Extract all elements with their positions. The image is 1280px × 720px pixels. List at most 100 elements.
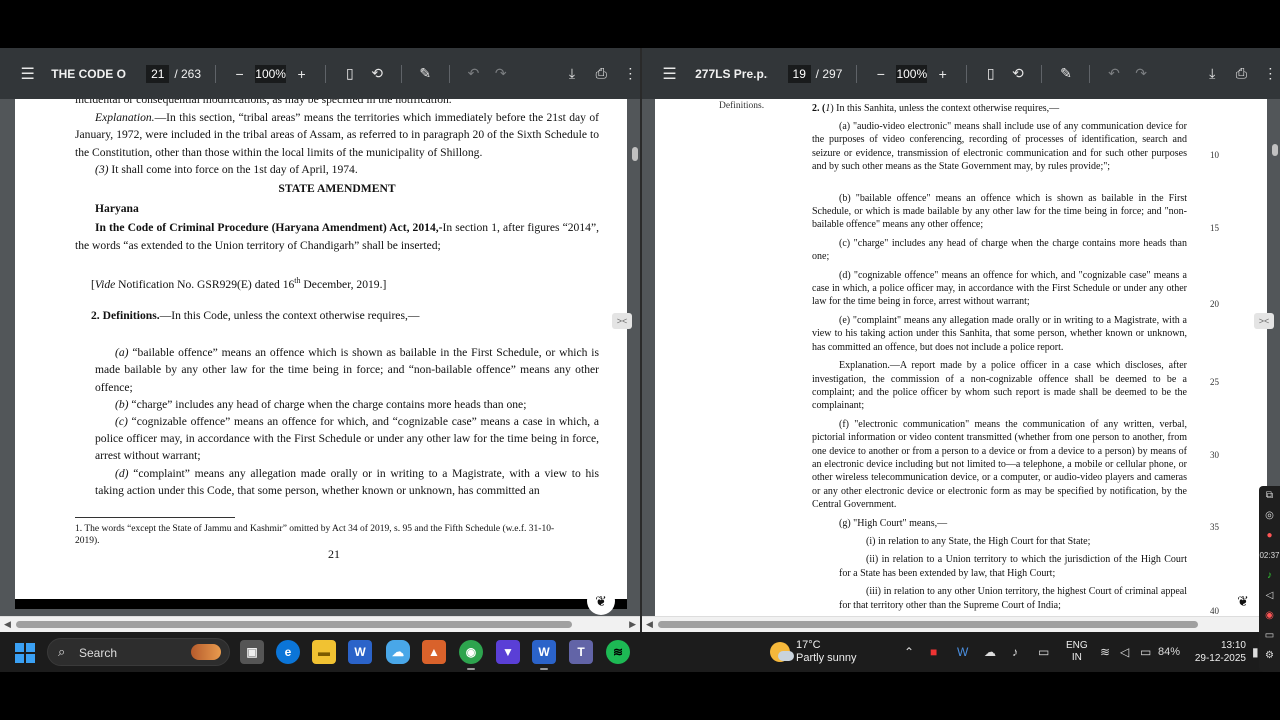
spotify-icon[interactable]: ≋ xyxy=(606,640,630,664)
page-total: / 263 xyxy=(174,66,202,81)
word-icon-2[interactable]: W xyxy=(532,640,556,664)
file-explorer-icon[interactable]: ▬ xyxy=(312,640,336,664)
download-icon[interactable]: ⤓ xyxy=(562,64,581,84)
right-toolbar: ☰ 277LS Pre.p... 19 / 297 − 100% + ▯ ⟲ ✎… xyxy=(642,48,1280,99)
tray-app-icon[interactable]: ■ xyxy=(930,632,937,672)
wifi-icon[interactable]: ≋ xyxy=(1100,632,1110,672)
scrollbar-thumb[interactable] xyxy=(16,621,572,628)
task-view-icon[interactable]: ▣ xyxy=(240,640,264,664)
explanation-paragraph: Explanation.—In this section, “tribal ar… xyxy=(75,109,599,161)
speaker-icon[interactable]: ◁ xyxy=(1259,586,1280,606)
camera-icon[interactable]: ◎ xyxy=(1259,506,1280,526)
definition-g: (g) "High Court" means,— xyxy=(839,517,948,529)
separator xyxy=(448,64,450,83)
edge-icon[interactable]: e xyxy=(276,640,300,664)
volume-icon[interactable]: ◁ xyxy=(1120,632,1129,672)
right-horizontal-scrollbar[interactable]: ◀ ▶ xyxy=(642,616,1280,632)
definitions-heading: 2. Definitions.—In this Code, unless the… xyxy=(75,307,599,324)
clock[interactable]: 13:10 29-12-2025 xyxy=(1192,639,1246,665)
left-document-area[interactable]: incidental or consequential modification… xyxy=(0,99,640,616)
page-number: 21 xyxy=(328,547,340,561)
scroll-right-icon[interactable]: ▶ xyxy=(629,619,636,630)
zoom-out-icon[interactable]: − xyxy=(871,64,890,84)
window-icon[interactable]: ▭ xyxy=(1259,626,1280,646)
vide-notification: [Vide Notification No. GSR929(E) dated 1… xyxy=(91,275,387,291)
windows-start-icon[interactable] xyxy=(15,643,35,663)
vide-text: Notification No. GSR929(E) dated 16 xyxy=(115,277,295,291)
scroll-left-icon[interactable]: ◀ xyxy=(646,619,653,630)
zoom-input[interactable]: 100% xyxy=(255,64,287,83)
device-icon[interactable]: ▭ xyxy=(1038,632,1049,672)
word-icon[interactable]: W xyxy=(348,640,372,664)
line-number: 40 xyxy=(1210,606,1219,616)
weather-widget[interactable]: 17°C Partly sunny xyxy=(770,639,857,665)
pdf-page: Definitions. 2. (1) In this Sanhita, unl… xyxy=(655,99,1267,616)
undo-icon[interactable]: ↶ xyxy=(464,64,483,84)
print-icon[interactable]: ⎙ xyxy=(592,64,611,84)
language-indicator[interactable]: ENG IN xyxy=(1066,640,1088,664)
definitions-text: —In this Code, unless the context otherw… xyxy=(159,308,420,322)
collapse-chevron-icon[interactable]: >< xyxy=(612,313,632,329)
scrollbar-thumb[interactable] xyxy=(632,147,638,161)
onedrive-icon[interactable]: ☁ xyxy=(984,632,996,672)
notification-icon[interactable]: ▮ xyxy=(1252,632,1259,672)
teams-icon[interactable]: T xyxy=(569,640,593,664)
fit-page-icon[interactable]: ▯ xyxy=(340,64,359,84)
line-number: 10 xyxy=(1210,150,1219,160)
fit-page-icon[interactable]: ▯ xyxy=(981,64,1000,84)
right-document-area[interactable]: Definitions. 2. (1) In this Sanhita, unl… xyxy=(642,99,1280,616)
more-options-icon[interactable]: ⋮ xyxy=(621,64,640,84)
print-icon[interactable]: ⎙ xyxy=(1232,64,1251,84)
clock-time: 13:10 xyxy=(1220,640,1246,651)
zoom-input[interactable]: 100% xyxy=(896,64,928,83)
redo-icon[interactable]: ↷ xyxy=(1132,64,1151,84)
left-vertical-scrollbar[interactable] xyxy=(630,99,640,616)
subsection-3: (3) It shall come into force on the 1st … xyxy=(75,161,599,178)
scrollbar-thumb[interactable] xyxy=(1272,144,1278,156)
sprout-icon[interactable]: ❦ xyxy=(587,587,615,615)
chrome-icon[interactable]: ◉ xyxy=(459,640,483,664)
battery-icon[interactable]: ▭ xyxy=(1140,632,1151,672)
more-options-icon[interactable]: ⋮ xyxy=(1261,64,1280,84)
menu-icon[interactable]: ☰ xyxy=(660,64,679,84)
page-number-input[interactable]: 21 xyxy=(146,64,170,83)
taskbar-search[interactable]: ⌕ Search xyxy=(47,638,230,666)
microphone-icon[interactable]: ♪ xyxy=(1012,632,1018,672)
rotate-icon[interactable]: ⟲ xyxy=(1008,64,1027,84)
cloud-app-icon[interactable]: ☁ xyxy=(386,640,410,664)
zoom-out-icon[interactable]: − xyxy=(230,64,249,84)
screen-capture-icon[interactable]: ⧉ xyxy=(1259,486,1280,506)
state-amendment-heading: STATE AMENDMENT xyxy=(278,182,396,196)
definition-text: “complaint” means any allegation made or… xyxy=(95,466,599,497)
definition-text: “bailable offence” means an offence whic… xyxy=(95,346,599,394)
tray-word-icon[interactable]: W xyxy=(957,632,968,672)
rotate-icon[interactable]: ⟲ xyxy=(367,64,386,84)
section-number: 2. ( xyxy=(812,103,826,114)
scrollbar-thumb[interactable] xyxy=(658,621,1198,628)
scroll-left-icon[interactable]: ◀ xyxy=(4,619,11,630)
page-number-input[interactable]: 19 xyxy=(787,64,811,83)
stop-icon[interactable]: ◉ xyxy=(1259,606,1280,626)
tray-chevron-icon[interactable]: ⌃ xyxy=(904,632,914,672)
definitions-title: 2. Definitions. xyxy=(91,308,160,322)
record-icon[interactable]: ● xyxy=(1259,526,1280,546)
menu-icon[interactable]: ☰ xyxy=(18,64,37,84)
download-icon[interactable]: ⤓ xyxy=(1203,64,1222,84)
settings-icon[interactable]: ⚙ xyxy=(1259,646,1280,666)
zoom-in-icon[interactable]: + xyxy=(933,64,952,84)
undo-icon[interactable]: ↶ xyxy=(1104,64,1123,84)
annotate-icon[interactable]: ✎ xyxy=(416,64,435,84)
mic-icon[interactable]: ♪ xyxy=(1259,566,1280,586)
definition-e: (e) "complaint" means any allegation mad… xyxy=(812,314,1187,353)
photos-icon[interactable]: ▲ xyxy=(422,640,446,664)
left-horizontal-scrollbar[interactable]: ◀ ▶ xyxy=(0,616,640,632)
annotate-icon[interactable]: ✎ xyxy=(1056,64,1075,84)
definition-a: (a) "audio-video electronic" means shall… xyxy=(812,121,1187,173)
sprout-icon[interactable]: ❦ xyxy=(1229,587,1257,615)
active-indicator xyxy=(467,668,475,670)
redo-icon[interactable]: ↷ xyxy=(491,64,510,84)
vpn-icon[interactable]: ▼ xyxy=(496,640,520,664)
zoom-in-icon[interactable]: + xyxy=(292,64,311,84)
line-number: 35 xyxy=(1210,522,1219,532)
definition-b: (b) "bailable offence" means an offence … xyxy=(812,192,1187,231)
